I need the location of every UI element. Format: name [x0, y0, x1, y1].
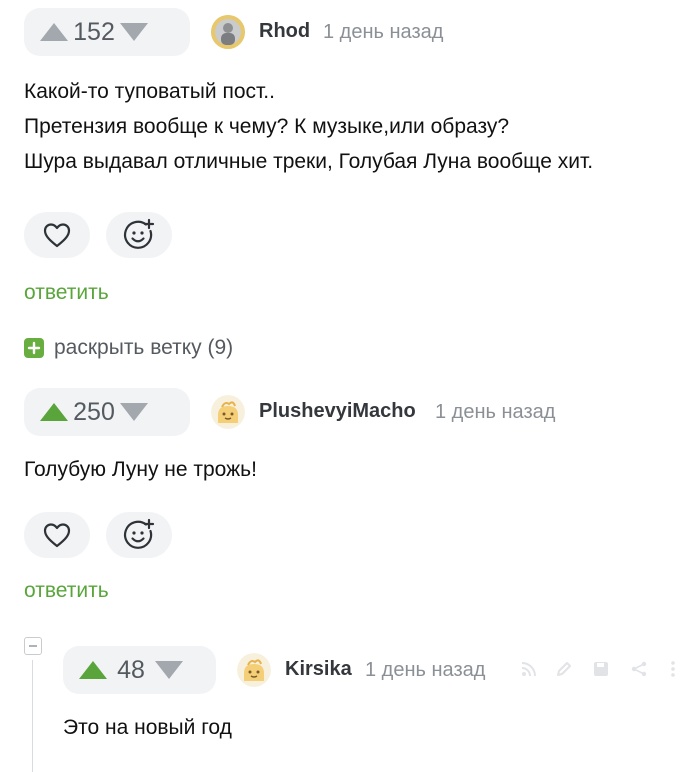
vote-widget: 152 [24, 8, 190, 56]
collapse-minus-icon [29, 645, 37, 647]
collapse-thread-button[interactable] [24, 637, 42, 655]
arrow-down-icon [155, 661, 183, 679]
arrow-up-icon [40, 403, 68, 421]
like-button[interactable] [24, 512, 90, 558]
vote-widget: 48 [63, 646, 216, 694]
vote-count: 250 [73, 397, 115, 426]
default-avatar-icon [211, 395, 245, 429]
comment-line: Какой-то туповатый пост.. [24, 80, 275, 103]
default-avatar-icon [237, 653, 271, 687]
save-icon[interactable] [592, 660, 610, 678]
arrow-up-icon [40, 23, 68, 41]
expand-plus-icon [24, 338, 44, 358]
comment-body: Какой-то туповатый пост.. Претензия вооб… [24, 74, 593, 179]
upvote-button[interactable] [38, 400, 70, 424]
comment-time[interactable]: 1 день назад [435, 401, 555, 424]
arrow-up-icon [79, 661, 107, 679]
comment-time[interactable]: 1 день назад [365, 659, 485, 682]
comment-line: Шура выдавал отличные треки, Голубая Лун… [24, 150, 594, 173]
heart-icon [43, 523, 71, 548]
comment-body: Это на новый год [63, 710, 232, 745]
comment-line: Голубую Луну не трожь! [24, 458, 257, 481]
add-reaction-icon [123, 218, 155, 249]
rss-icon[interactable] [520, 660, 538, 678]
comment-author[interactable]: Kirsika [285, 658, 352, 681]
comment-author[interactable]: PlushevyiMacho [259, 400, 416, 423]
upvote-button[interactable] [77, 658, 109, 682]
vote-count: 48 [117, 655, 145, 684]
comment-time[interactable]: 1 день назад [323, 21, 443, 44]
vote-count: 152 [73, 17, 115, 46]
add-reaction-button[interactable] [106, 212, 172, 258]
arrow-down-icon [120, 23, 148, 41]
avatar[interactable] [211, 395, 245, 429]
downvote-button[interactable] [118, 400, 150, 424]
reply-link[interactable]: ответить [24, 579, 109, 603]
comment-author[interactable]: Rhod [259, 20, 310, 43]
edit-icon[interactable] [555, 660, 573, 678]
avatar[interactable] [237, 653, 271, 687]
arrow-down-icon [120, 403, 148, 421]
upvote-button[interactable] [38, 20, 70, 44]
vote-widget: 250 [24, 388, 190, 436]
downvote-button[interactable] [118, 20, 150, 44]
downvote-button[interactable] [153, 658, 185, 682]
comment-body: Голубую Луну не трожь! [24, 452, 257, 487]
user-photo-icon [211, 15, 245, 49]
more-icon[interactable] [666, 660, 680, 678]
comment-line: Претензия вообще к чему? К музыке,или об… [24, 115, 510, 138]
add-reaction-icon [123, 518, 155, 549]
share-icon[interactable] [630, 660, 648, 678]
comment-line: Это на новый год [63, 716, 232, 739]
add-reaction-button[interactable] [106, 512, 172, 558]
avatar[interactable] [211, 15, 245, 49]
expand-thread-label: раскрыть ветку (9) [54, 336, 234, 359]
heart-icon [43, 223, 71, 248]
reply-link[interactable]: ответить [24, 281, 109, 305]
expand-thread-button[interactable]: раскрыть ветку (9) [24, 336, 233, 360]
like-button[interactable] [24, 212, 90, 258]
thread-line[interactable] [32, 660, 33, 772]
